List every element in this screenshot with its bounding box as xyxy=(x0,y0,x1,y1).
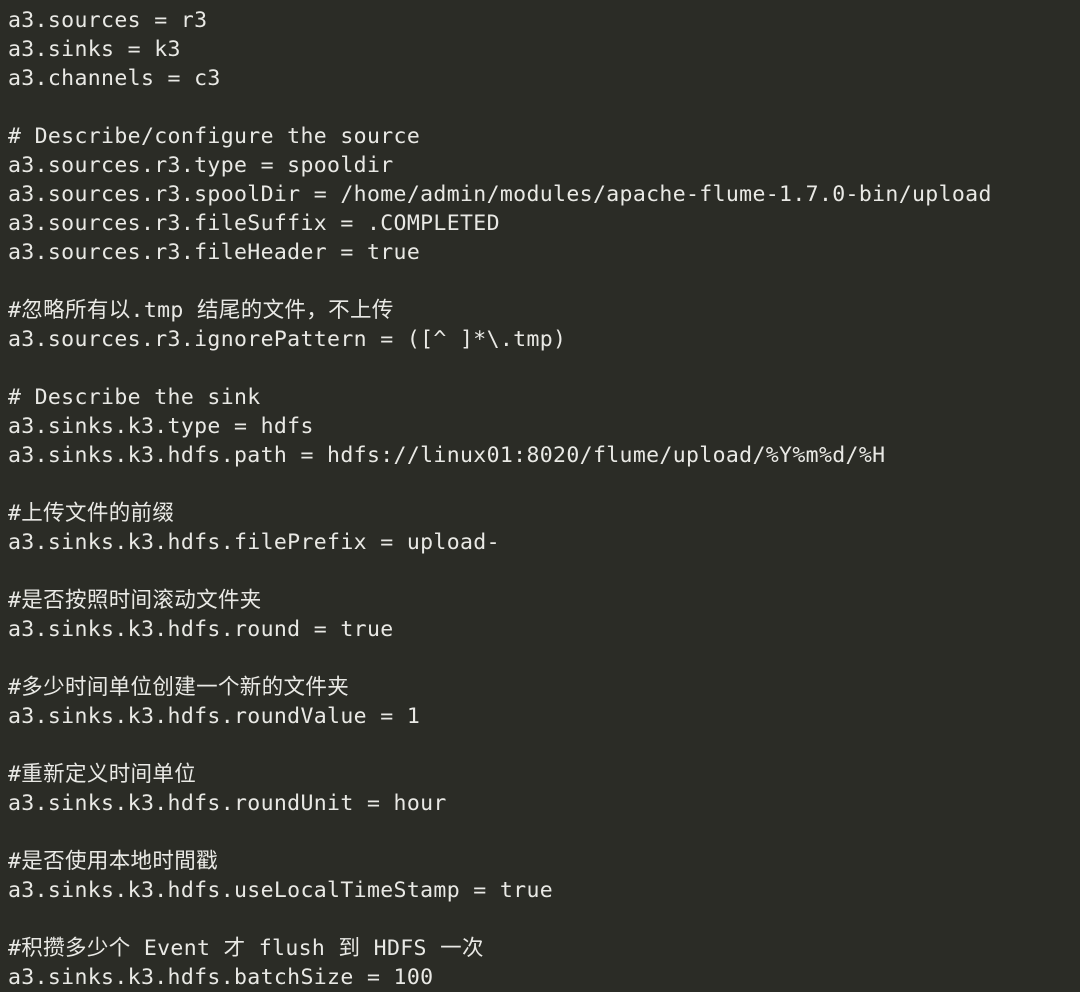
code-line: a3.sources.r3.type = spooldir xyxy=(8,153,394,178)
code-line: a3.sinks.k3.type = hdfs xyxy=(8,414,314,439)
code-line: a3.sinks.k3.hdfs.filePrefix = upload- xyxy=(8,530,500,555)
code-line: #忽略所有以.tmp 结尾的文件，不上传 xyxy=(8,298,394,323)
code-line: a3.channels = c3 xyxy=(8,66,221,91)
code-line: a3.sources.r3.ignorePattern = ([^ ]*\.tm… xyxy=(8,327,567,352)
code-line: a3.sources.r3.spoolDir = /home/admin/mod… xyxy=(8,182,992,207)
code-line: # Describe/configure the source xyxy=(8,124,421,149)
code-line: a3.sinks.k3.hdfs.roundValue = 1 xyxy=(8,704,421,729)
code-line: # Describe the sink xyxy=(8,385,261,410)
code-block[interactable]: a3.sources = r3 a3.sinks = k3 a3.channels … xyxy=(0,0,1080,990)
code-line: #是否使用本地时間戳 xyxy=(8,849,218,874)
code-line: a3.sinks = k3 xyxy=(8,37,181,62)
code-line: a3.sinks.k3.hdfs.round = true xyxy=(8,617,394,642)
code-line: #是否按照时间滚动文件夹 xyxy=(8,588,262,613)
code-line: #多少时间单位创建一个新的文件夹 xyxy=(8,675,350,700)
code-line: a3.sinks.k3.hdfs.batchSize = 100 xyxy=(8,965,434,990)
code-line: #重新定义时间单位 xyxy=(8,762,197,787)
code-line: a3.sources.r3.fileSuffix = .COMPLETED xyxy=(8,211,500,236)
code-line: a3.sinks.k3.hdfs.roundUnit = hour xyxy=(8,791,447,816)
code-line: a3.sources.r3.fileHeader = true xyxy=(8,240,421,265)
code-line: #上传文件的前缀 xyxy=(8,501,175,526)
code-line: a3.sinks.k3.hdfs.path = hdfs://linux01:8… xyxy=(8,443,886,468)
code-line: #积攒多少个 Event 才 flush 到 HDFS 一次 xyxy=(8,936,484,961)
code-line: a3.sinks.k3.hdfs.useLocalTimeStamp = tru… xyxy=(8,878,554,903)
code-line: a3.sources = r3 xyxy=(8,8,208,33)
